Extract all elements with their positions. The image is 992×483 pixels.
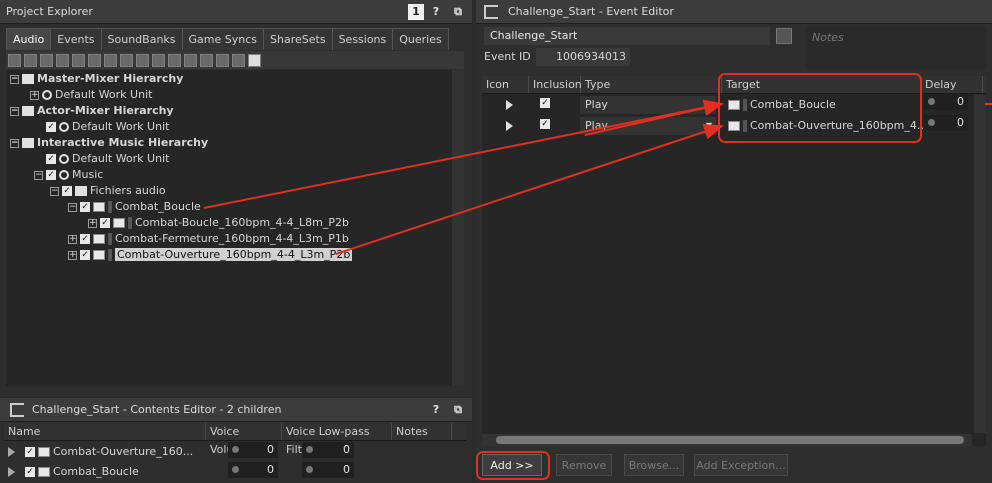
arrow-type-to-target (584, 100, 724, 136)
arrow-boucle-to-target (203, 99, 724, 209)
arrow-ouverture-to-target (335, 124, 724, 255)
annotation-arrows (203, 99, 992, 255)
